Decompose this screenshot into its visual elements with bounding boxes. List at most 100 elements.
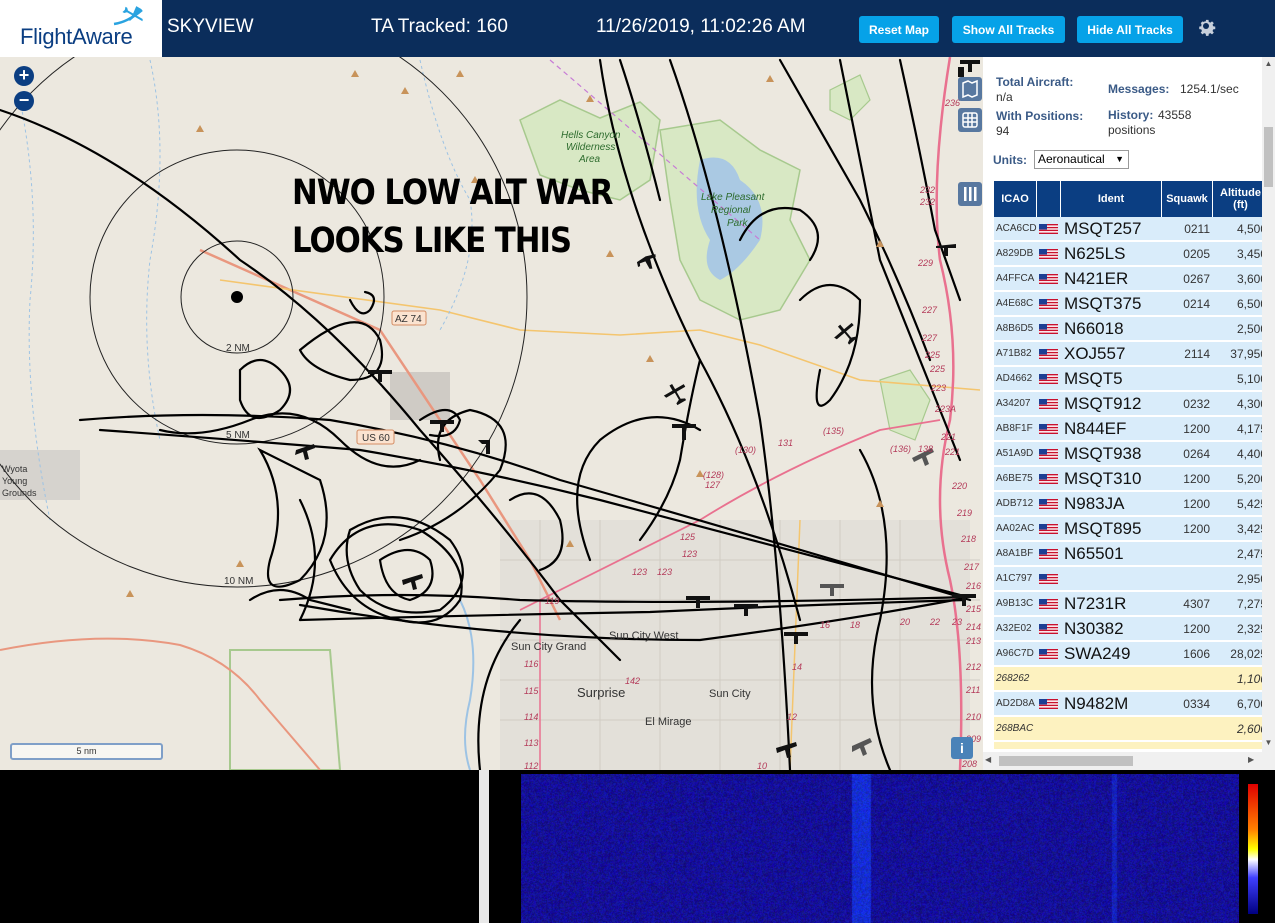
table-row[interactable]: ACA6CD MSQT257 0211 4,500 — [994, 217, 1263, 241]
ident-cell: N66018 — [1064, 319, 1124, 338]
col-altitude[interactable]: Altitude (ft) — [1213, 181, 1263, 217]
table-row[interactable]: A1C797 2,950 — [994, 567, 1263, 591]
show-all-tracks-button[interactable]: Show All Tracks — [952, 16, 1065, 43]
squawk-cell — [1160, 667, 1210, 691]
hide-all-tracks-button[interactable]: Hide All Tracks — [1077, 16, 1183, 43]
table-row[interactable]: A8B6D5 N66018 2,500 — [994, 317, 1263, 341]
svg-text:112: 112 — [524, 761, 538, 770]
ident-cell: MSQT5 — [1064, 369, 1123, 388]
table-row[interactable]: AD4662 MSQT5 5,100 — [994, 367, 1263, 391]
altitude-cell: 37,950 — [1230, 347, 1263, 361]
ident-cell: MSQT375 — [1064, 294, 1142, 313]
park-boundary — [229, 649, 342, 770]
table-row[interactable]: A9B13C N7231R 4307 7,275 — [994, 592, 1263, 616]
range-ring-10nm — [0, 57, 528, 588]
svg-text:125: 125 — [680, 532, 696, 542]
svg-text:123: 123 — [682, 549, 697, 559]
altitude-cell: 3,600 — [1236, 272, 1263, 286]
zoom-out-button[interactable]: − — [14, 91, 34, 111]
us-flag-icon — [1039, 574, 1058, 584]
icao-cell: A34207 — [996, 398, 1031, 409]
gear-icon[interactable] — [1194, 14, 1218, 38]
panel-divider[interactable] — [479, 770, 489, 923]
svg-text:16: 16 — [820, 620, 830, 630]
altitude-cell: 6,700 — [1236, 697, 1263, 711]
ident-cell — [1064, 742, 1162, 749]
us-flag-icon — [1039, 549, 1058, 559]
table-row[interactable]: ADB712 N983JA 1200 5,425 — [994, 492, 1263, 516]
table-row[interactable]: A829DB N625LS 0205 3,450 — [994, 242, 1263, 266]
svg-text:116: 116 — [524, 659, 538, 669]
overlay-line-1: NWO LOW ALT WAR — [292, 173, 614, 213]
table-row[interactable]: A71B82 XOJ557 2114 37,950 — [994, 342, 1263, 366]
svg-text:2 NM: 2 NM — [226, 343, 250, 354]
vertical-scrollbar[interactable]: ▲ ▼ — [1262, 57, 1275, 752]
scroll-right-icon[interactable]: ▶ — [1248, 755, 1254, 764]
svg-text:Wilderness: Wilderness — [566, 142, 615, 153]
table-row[interactable]: AA02AC MSQT895 1200 3,425 — [994, 517, 1263, 541]
flightaware-logo[interactable]: FlightAware — [0, 0, 162, 57]
ident-cell — [1064, 717, 1162, 741]
scroll-up-icon[interactable]: ▲ — [1264, 59, 1273, 69]
icao-cell: AD2D8A — [996, 698, 1035, 709]
svg-text:5 NM: 5 NM — [226, 430, 250, 441]
altitude-cell: 1,100 — [1236, 672, 1263, 686]
col-icao[interactable]: ICAO — [994, 181, 1037, 217]
table-row[interactable]: AB8F1F N844EF 1200 4,175 — [994, 417, 1263, 441]
altitude-cell: 2,950 — [1236, 572, 1263, 586]
icao-cell: A32E02 — [996, 623, 1032, 634]
altitude-cell: 4,500 — [1236, 222, 1263, 236]
table-row[interactable]: A6BE75 MSQT310 1200 5,200 — [994, 467, 1263, 491]
overlay-line-2: LOOKS LIKE THIS — [292, 221, 572, 261]
ident-cell: SWA249 — [1064, 644, 1131, 663]
table-row[interactable]: A96C7D SWA249 1606 28,025 — [994, 642, 1263, 666]
map-layers-icon[interactable] — [958, 77, 982, 101]
grid-icon[interactable] — [958, 108, 982, 132]
squawk-cell: 1200 — [1183, 472, 1210, 486]
table-row[interactable]: 268262 1,100 — [994, 667, 1263, 691]
table-row[interactable]: A51A9D MSQT938 0264 4,400 — [994, 442, 1263, 466]
icao-cell: 2688CF — [996, 742, 1040, 749]
col-squawk[interactable]: Squawk — [1162, 181, 1213, 217]
table-row[interactable]: AD2D8A N9482M 0334 6,700 — [994, 692, 1263, 716]
hscroll-thumb[interactable] — [999, 756, 1133, 766]
table-row[interactable]: 268BAC 2,600 — [994, 717, 1263, 741]
col-flag[interactable] — [1037, 181, 1061, 217]
history-label: History: — [1108, 108, 1154, 122]
svg-text:Area: Area — [578, 154, 601, 165]
table-row[interactable]: A32E02 N30382 1200 2,325 — [994, 617, 1263, 641]
svg-text:Surprise: Surprise — [577, 685, 625, 700]
svg-text:Sun City West: Sun City West — [609, 630, 679, 642]
svg-text:220: 220 — [951, 481, 967, 491]
map-canvas: 2 NM 5 NM 10 NM Hells Canyon Wilderness … — [0, 57, 982, 770]
table-row[interactable]: A4FFCA N421ER 0267 3,600 — [994, 267, 1263, 291]
ident-cell: N983JA — [1064, 494, 1125, 513]
urban-block — [390, 372, 450, 420]
svg-text:Lake Pleasant: Lake Pleasant — [701, 192, 766, 203]
reset-map-button[interactable]: Reset Map — [859, 16, 939, 43]
table-row[interactable]: A4E68C MSQT375 0214 6,500 — [994, 292, 1263, 316]
columns-icon[interactable] — [958, 182, 982, 206]
units-select[interactable]: Aeronautical ▼ — [1034, 150, 1129, 169]
ident-cell: N9482M — [1064, 694, 1129, 713]
icao-cell: A9B13C — [996, 598, 1034, 609]
table-row[interactable]: A34207 MSQT912 0232 4,300 — [994, 392, 1263, 416]
flight-map[interactable]: 2 NM 5 NM 10 NM Hells Canyon Wilderness … — [0, 57, 983, 770]
us-flag-icon — [1039, 224, 1058, 234]
zoom-in-button[interactable]: + — [14, 66, 34, 86]
info-button[interactable]: i — [951, 737, 973, 759]
us-flag-icon — [1039, 424, 1058, 434]
us-flag-icon — [1039, 374, 1058, 384]
table-row[interactable]: A8A1BF N65501 2,475 — [994, 542, 1263, 566]
scroll-thumb[interactable] — [1264, 127, 1273, 187]
squawk-cell — [1160, 742, 1210, 749]
svg-text:232: 232 — [919, 197, 935, 207]
table-row[interactable]: 2688CF 2,225 — [994, 742, 1263, 749]
scroll-left-icon[interactable]: ◀ — [985, 755, 991, 764]
altitude-cell: 4,300 — [1236, 397, 1263, 411]
col-ident[interactable]: Ident — [1061, 181, 1162, 217]
ident-cell: XOJ557 — [1064, 344, 1126, 363]
horizontal-scrollbar[interactable]: ◀ ▶ — [983, 752, 1275, 770]
scroll-down-icon[interactable]: ▼ — [1264, 738, 1273, 748]
svg-text:Hells Canyon: Hells Canyon — [561, 130, 621, 141]
